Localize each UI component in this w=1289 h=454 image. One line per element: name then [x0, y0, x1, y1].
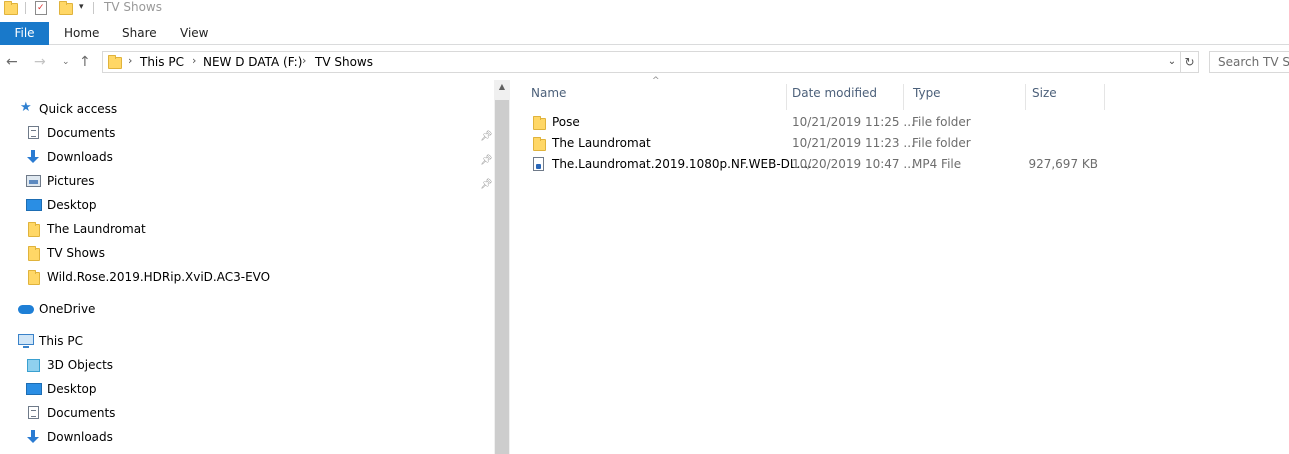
file-type: File folder: [912, 115, 971, 129]
new-folder-icon[interactable]: [59, 1, 73, 15]
3d-objects-icon: [27, 359, 40, 372]
video-file-icon: [533, 157, 544, 171]
file-type: File folder: [912, 136, 971, 150]
back-button[interactable]: ←: [6, 52, 18, 72]
file-row-pose[interactable]: Pose 10/21/2019 11:25 ... File folder: [522, 112, 1122, 133]
nav-label: OneDrive: [39, 302, 96, 316]
documents-icon: [28, 406, 39, 419]
recent-locations-icon[interactable]: ⌄: [62, 52, 70, 72]
nav-label: This PC: [39, 334, 83, 348]
nav-label: Downloads: [47, 150, 113, 164]
pin-icon[interactable]: 📌︎: [480, 150, 493, 172]
nav-quick-access[interactable]: ★ Quick access: [0, 98, 490, 120]
file-row-the-laundromat[interactable]: The Laundromat 10/21/2019 11:23 ... File…: [522, 133, 1122, 154]
tab-share[interactable]: Share: [122, 22, 157, 45]
nav-label: The Laundromat: [47, 222, 146, 236]
nav-item-downloads[interactable]: Downloads: [0, 426, 490, 448]
file-name: The Laundromat: [552, 136, 651, 150]
toolbar-divider: [25, 2, 26, 14]
file-list: ^ Name Date modified Type Size Pose 10/2…: [522, 76, 1289, 454]
scroll-up-icon[interactable]: ▲: [494, 82, 510, 91]
nav-label: Downloads: [47, 430, 113, 444]
file-date: 10/21/2019 11:23 ...: [792, 136, 915, 150]
nav-label: Documents: [47, 406, 116, 420]
nav-item-documents[interactable]: Documents 📌︎: [0, 122, 493, 144]
properties-icon[interactable]: ✓: [35, 1, 47, 15]
window-title: TV Shows: [104, 0, 162, 14]
address-row: ← → ⌄ ↑ › This PC › NEW D DATA (F:) › TV…: [0, 50, 1289, 76]
nav-label: 3D Objects: [47, 358, 114, 372]
breadcrumb-separator: ›: [302, 54, 307, 67]
nav-label: Pictures: [47, 174, 95, 188]
column-header-type[interactable]: Type: [904, 84, 1026, 110]
address-bar[interactable]: › This PC › NEW D DATA (F:) › TV Shows ⌄: [102, 51, 1181, 73]
file-name: The.Laundromat.2019.1080p.NF.WEB-DL....: [552, 157, 812, 171]
nav-scrollbar[interactable]: ▲: [494, 80, 510, 454]
address-dropdown-icon[interactable]: ⌄: [1164, 52, 1180, 72]
breadcrumb-tv-shows[interactable]: TV Shows: [315, 55, 373, 69]
navigation-pane: ★ Quick access Documents 📌︎ Downloads 📌︎…: [0, 80, 510, 454]
nav-label: Quick access: [39, 102, 118, 116]
title-bar: ✓ ▾ TV Shows: [0, 0, 1289, 20]
nav-item-pictures[interactable]: Pictures 📌︎: [0, 170, 493, 192]
file-type: MP4 File: [912, 157, 962, 171]
folder-icon: [28, 246, 40, 261]
folder-icon: [28, 222, 40, 237]
tab-home[interactable]: Home: [64, 22, 99, 45]
file-date: 10/20/2019 10:47 ...: [792, 157, 915, 171]
pin-icon[interactable]: 📌︎: [480, 126, 493, 148]
customize-dropdown-icon[interactable]: ▾: [79, 2, 84, 12]
nav-item-downloads[interactable]: Downloads 📌︎: [0, 146, 493, 168]
folder-icon: [533, 116, 546, 130]
nav-item-the-laundromat[interactable]: The Laundromat: [0, 218, 490, 240]
up-button[interactable]: ↑: [79, 52, 91, 72]
column-header-size[interactable]: Size: [1023, 84, 1105, 110]
search-input[interactable]: Search TV Shows: [1209, 51, 1289, 73]
ribbon-tabs: File Home Share View: [0, 22, 1289, 45]
scrollbar-thumb[interactable]: [495, 100, 509, 454]
file-name: Pose: [552, 115, 580, 129]
file-tab[interactable]: File: [0, 22, 49, 45]
folder-icon: [108, 55, 122, 69]
star-icon: ★: [20, 100, 32, 115]
desktop-icon: [26, 199, 42, 211]
nav-this-pc[interactable]: This PC: [0, 330, 490, 352]
toolbar-divider: [93, 2, 94, 14]
documents-icon: [28, 126, 39, 139]
nav-label: Desktop: [47, 382, 97, 396]
folder-icon: [533, 137, 546, 151]
downloads-icon: [26, 150, 40, 164]
desktop-icon: [26, 383, 42, 395]
column-header-name[interactable]: Name: [522, 84, 787, 110]
refresh-button[interactable]: ↻: [1181, 51, 1199, 73]
onedrive-icon: [18, 305, 34, 314]
nav-label: Documents: [47, 126, 116, 140]
nav-onedrive[interactable]: OneDrive: [0, 298, 490, 320]
nav-item-desktop[interactable]: Desktop: [0, 378, 490, 400]
nav-label: Wild.Rose.2019.HDRip.XviD.AC3-EVO: [47, 270, 271, 284]
folder-icon: [28, 270, 40, 285]
downloads-icon: [26, 430, 40, 444]
folder-icon: [4, 1, 18, 15]
breadcrumb-separator: ›: [128, 54, 133, 67]
nav-label: TV Shows: [47, 246, 105, 260]
breadcrumb-this-pc[interactable]: This PC: [140, 55, 184, 69]
file-row-laundromat-mp4[interactable]: The.Laundromat.2019.1080p.NF.WEB-DL.... …: [522, 154, 1122, 175]
pictures-icon: [26, 175, 41, 187]
breadcrumb-separator: ›: [192, 54, 197, 67]
tab-view[interactable]: View: [180, 22, 208, 45]
forward-button[interactable]: →: [34, 52, 46, 72]
nav-item-3d-objects[interactable]: 3D Objects: [0, 354, 490, 376]
pin-icon[interactable]: 📌︎: [480, 174, 493, 196]
nav-item-wild-rose[interactable]: Wild.Rose.2019.HDRip.XviD.AC3-EVO: [0, 266, 490, 288]
column-header-date[interactable]: Date modified: [783, 84, 904, 110]
nav-label: Desktop: [47, 198, 97, 212]
nav-item-tv-shows[interactable]: TV Shows: [0, 242, 490, 264]
file-date: 10/21/2019 11:25 ...: [792, 115, 915, 129]
computer-icon: [18, 334, 34, 348]
nav-item-desktop[interactable]: Desktop: [0, 194, 490, 216]
file-size: 927,697 KB: [1028, 157, 1098, 171]
nav-item-documents[interactable]: Documents: [0, 402, 490, 424]
breadcrumb-drive[interactable]: NEW D DATA (F:): [203, 55, 302, 69]
